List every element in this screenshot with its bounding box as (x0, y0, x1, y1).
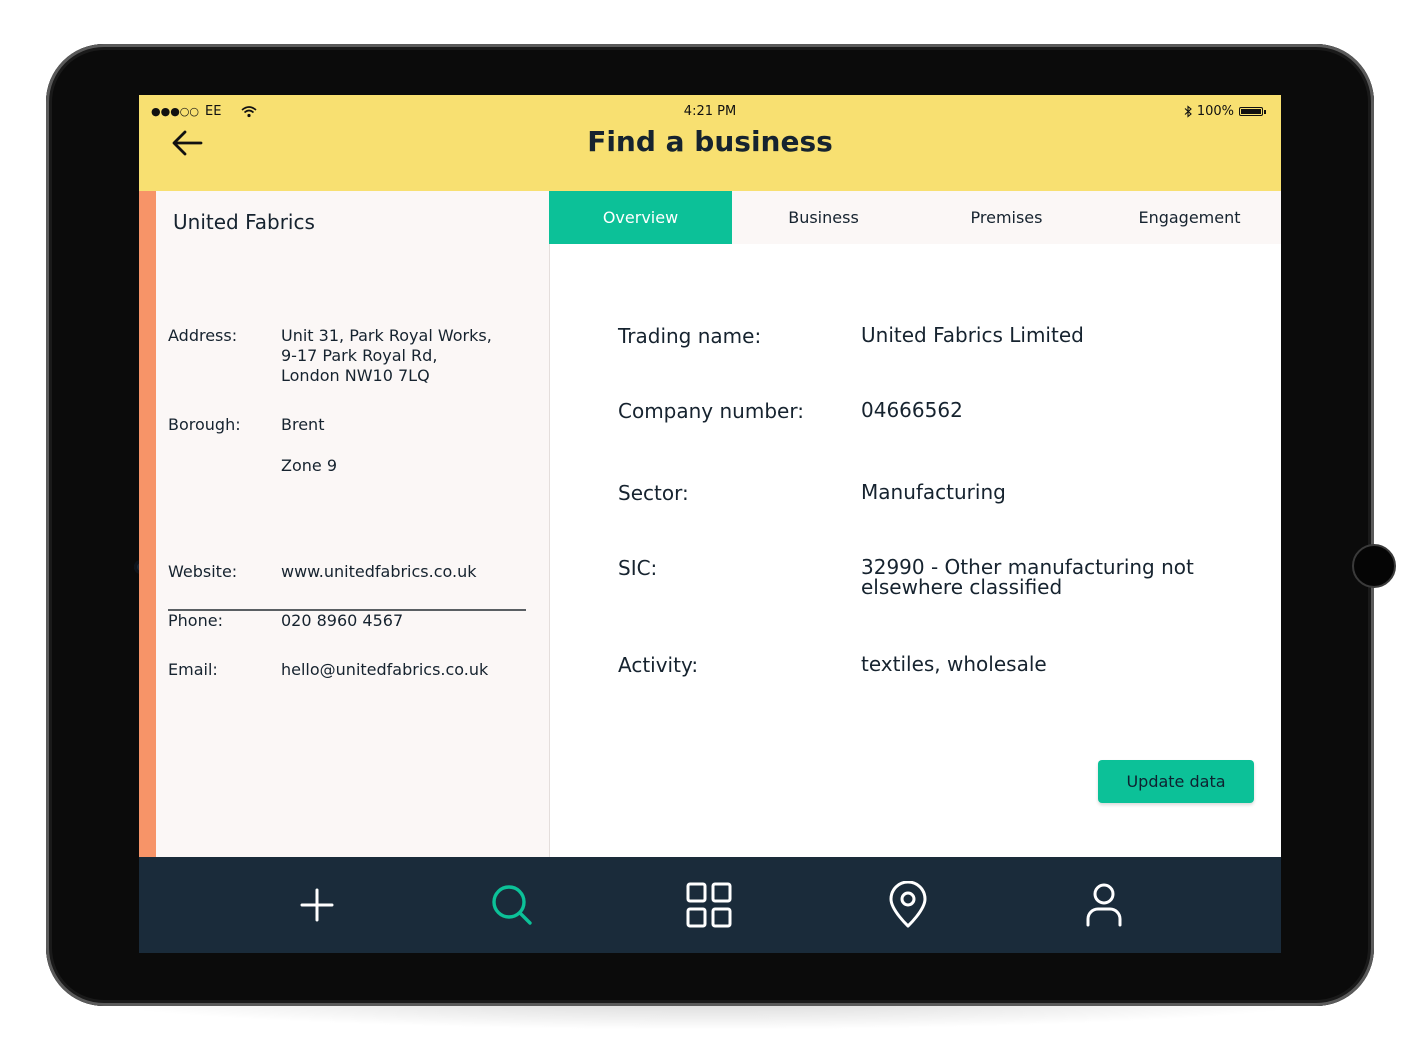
page-title: Find a business (587, 125, 833, 158)
nav-map-button[interactable] (884, 881, 932, 929)
zone-value: Zone 9 (281, 456, 337, 475)
battery-icon (1239, 107, 1266, 116)
home-button[interactable] (1352, 544, 1396, 588)
search-icon (492, 885, 532, 925)
nav-search-button[interactable] (488, 881, 536, 929)
address-line: London NW10 7LQ (281, 366, 430, 385)
nav-profile-button[interactable] (1080, 881, 1128, 929)
phone-label: Phone: (168, 611, 223, 630)
email-label: Email: (168, 660, 218, 679)
trading-name-label: Trading name: (618, 324, 762, 348)
sector-label: Sector: (618, 481, 689, 505)
email-link[interactable]: hello@unitedfabrics.co.uk (281, 660, 488, 680)
business-summary-panel: United Fabrics Address: Unit 31, Park Ro… (156, 191, 550, 857)
status-time: 4:21 PM (683, 104, 737, 119)
borough-value: Brent (281, 415, 325, 434)
borough-label: Borough: (168, 415, 241, 434)
phone-link[interactable]: 020 8960 4567 (281, 611, 403, 631)
sic-line: elsewhere classified (861, 575, 1063, 599)
tab-bar: Overview Business Premises Engagement (549, 191, 1281, 244)
website-label: Website: (168, 562, 238, 581)
app-header: ●●●○○ EE 4:21 PM 100% Find a business (139, 95, 1281, 191)
sic-value: 32990 - Other manufacturing not elsewher… (861, 557, 1241, 597)
bluetooth-icon (1184, 105, 1192, 118)
plus-icon (300, 888, 334, 922)
address-label: Address: (168, 326, 238, 345)
grid-icon (686, 882, 732, 928)
bottom-nav-bar (139, 857, 1281, 953)
activity-label: Activity: (618, 653, 699, 677)
location-pin-icon (889, 881, 927, 928)
user-icon (1086, 883, 1122, 927)
address-line: 9-17 Park Royal Rd, (281, 346, 438, 365)
trading-name-value: United Fabrics Limited (861, 323, 1084, 347)
tab-engagement[interactable]: Engagement (1098, 191, 1281, 244)
tab-business[interactable]: Business (732, 191, 915, 244)
sic-line: 32990 - Other manufacturing not (861, 555, 1194, 579)
business-name: United Fabrics (173, 210, 315, 234)
sic-label: SIC: (618, 556, 658, 580)
left-accent-bar (139, 191, 156, 857)
screen: ●●●○○ EE 4:21 PM 100% Find a business Un… (139, 95, 1281, 953)
website-link[interactable]: www.unitedfabrics.co.uk (281, 562, 477, 582)
battery-percent: 100% (1196, 104, 1234, 119)
company-number-value: 04666562 (861, 398, 963, 422)
company-number-label: Company number: (618, 399, 804, 423)
tab-overview[interactable]: Overview (549, 191, 732, 244)
update-data-button[interactable]: Update data (1098, 760, 1254, 803)
sector-value: Manufacturing (861, 480, 1006, 504)
address-line: Unit 31, Park Royal Works, (281, 326, 492, 345)
address-value: Unit 31, Park Royal Works, 9-17 Park Roy… (281, 326, 492, 386)
nav-dashboard-button[interactable] (685, 881, 733, 929)
activity-value: textiles, wholesale (861, 652, 1047, 676)
nav-add-button[interactable] (293, 881, 341, 929)
tab-premises[interactable]: Premises (915, 191, 1098, 244)
status-right: 100% (1184, 104, 1266, 119)
